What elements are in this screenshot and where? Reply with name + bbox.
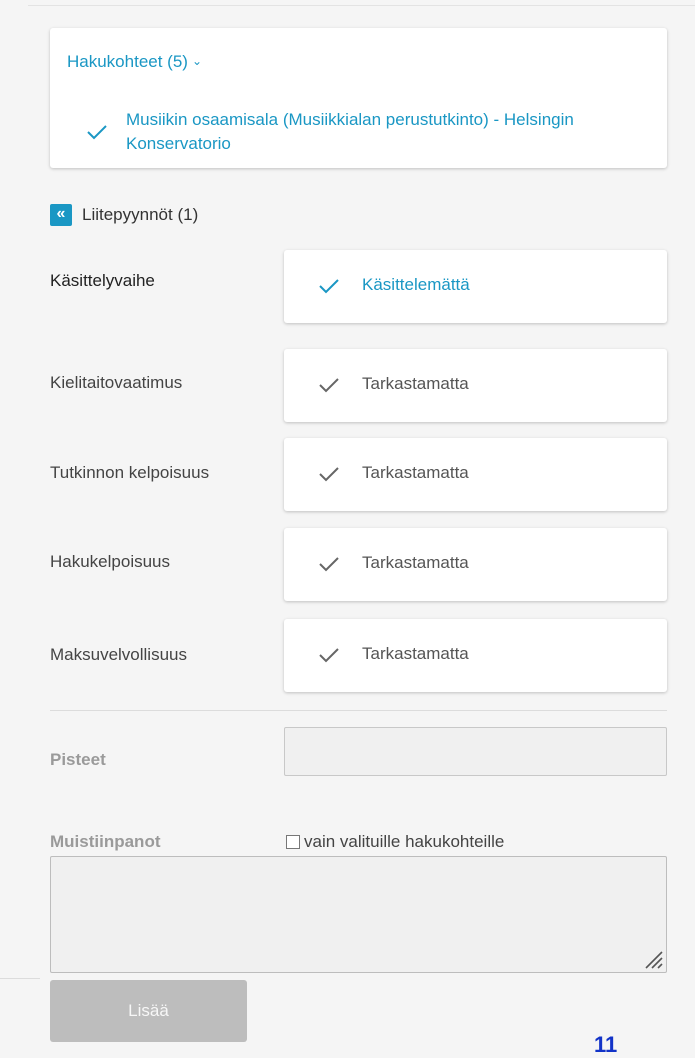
only-selected-checkbox[interactable] xyxy=(286,835,300,849)
hakukohteet-toggle[interactable]: Hakukohteet (5) ⌄ xyxy=(67,52,202,72)
hakukohteet-title: Hakukohteet (5) xyxy=(67,52,188,71)
notes-textarea[interactable] xyxy=(50,856,667,973)
check-icon xyxy=(319,648,339,663)
liitepyynnot-label: Liitepyynnöt (1) xyxy=(82,205,199,224)
kasittelyvaihe-select[interactable]: Käsittelemättä xyxy=(284,250,667,323)
tutkinnon-kelpoisuus-select[interactable]: Tarkastamatta xyxy=(284,438,667,511)
tutkinnon-kelpoisuus-label: Tutkinnon kelpoisuus xyxy=(50,463,210,482)
check-icon xyxy=(87,125,107,140)
kielitaitovaatimus-label: Kielitaitovaatimus xyxy=(50,373,183,392)
kielitaitovaatimus-value: Tarkastamatta xyxy=(362,374,469,393)
only-selected-checkbox-wrapper[interactable]: vain valituille hakukohteille xyxy=(286,832,504,852)
maksuvelvollisuus-value: Tarkastamatta xyxy=(362,644,469,663)
liitepyynnot-expand-button[interactable]: « xyxy=(50,204,72,226)
left-divider xyxy=(0,978,40,979)
check-icon xyxy=(319,467,339,482)
page-number: 11 xyxy=(594,1032,618,1057)
hakukelpoisuus-label: Hakukelpoisuus xyxy=(50,552,171,571)
kasittelyvaihe-label: Käsittelyvaihe xyxy=(50,271,155,290)
check-icon xyxy=(319,378,339,393)
top-divider xyxy=(28,5,695,6)
add-note-button[interactable]: Lisää xyxy=(50,980,247,1042)
maksuvelvollisuus-select[interactable]: Tarkastamatta xyxy=(284,619,667,692)
kasittelyvaihe-value: Käsittelemättä xyxy=(362,275,470,294)
chevron-down-icon: ⌄ xyxy=(191,54,203,68)
pisteet-label: Pisteet xyxy=(50,750,106,769)
double-chevron-left-icon: « xyxy=(56,205,66,222)
hakukelpoisuus-value: Tarkastamatta xyxy=(362,553,469,572)
pisteet-input[interactable] xyxy=(284,727,667,776)
hakukohteet-card: Hakukohteet (5) ⌄ Musiikin osaamisala (Mu… xyxy=(50,28,667,168)
resize-handle-icon[interactable] xyxy=(642,948,664,970)
tutkinnon-kelpoisuus-value: Tarkastamatta xyxy=(362,463,469,482)
kielitaitovaatimus-select[interactable]: Tarkastamatta xyxy=(284,349,667,422)
hakukohde-item[interactable]: Musiikin osaamisala (Musiikkialan perust… xyxy=(126,108,651,156)
maksuvelvollisuus-label: Maksuvelvollisuus xyxy=(50,645,187,664)
only-selected-checkbox-label: vain valituille hakukohteille xyxy=(304,832,505,851)
muistiinpanot-label: Muistiinpanot xyxy=(50,832,161,851)
check-icon xyxy=(319,557,339,572)
section-divider xyxy=(50,710,667,711)
hakukelpoisuus-select[interactable]: Tarkastamatta xyxy=(284,528,667,601)
check-icon xyxy=(319,279,339,294)
